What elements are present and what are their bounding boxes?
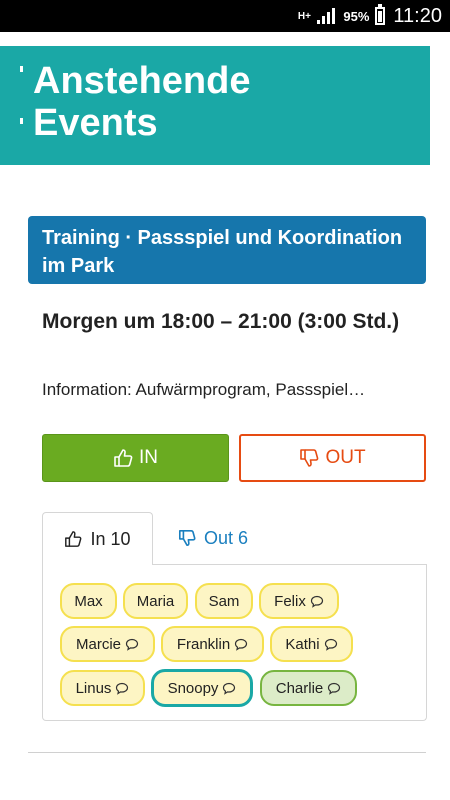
- page-header: Anstehende Events: [0, 46, 430, 165]
- participant-chip-selected[interactable]: Snoopy: [151, 669, 253, 707]
- clock: 11:20: [393, 4, 442, 27]
- network-type: H+: [297, 10, 311, 22]
- event-title[interactable]: Training · Passspiel und Koordination im…: [28, 216, 426, 284]
- comment-icon: [324, 638, 337, 651]
- in-button-label: IN: [139, 447, 158, 468]
- participant-name: Maria: [136, 592, 175, 610]
- event-time: Morgen um 18:00 – 21:00 (3:00 Std.): [42, 310, 400, 333]
- battery-icon: [375, 4, 386, 25]
- comment-icon: [125, 638, 139, 651]
- tab-out[interactable]: Out 6: [168, 512, 278, 564]
- participant-name: Snoopy: [167, 679, 219, 697]
- out-button[interactable]: OUT: [239, 434, 426, 482]
- event-info[interactable]: Information: Aufwärmprogram, Passspiel…: [42, 380, 432, 400]
- participant-chip[interactable]: Franklin: [161, 626, 264, 662]
- participant-chip[interactable]: Sam: [195, 583, 253, 619]
- divider: [28, 752, 426, 753]
- participant-chip[interactable]: Max: [60, 583, 117, 619]
- participant-name: Felix: [274, 592, 306, 610]
- participant-chip[interactable]: Felix: [259, 583, 339, 619]
- participant-chip[interactable]: Charlie: [260, 670, 357, 706]
- participant-chip[interactable]: Marcie: [60, 626, 155, 662]
- participant-chip[interactable]: Maria: [123, 583, 188, 619]
- comment-icon: [328, 682, 341, 695]
- tab-in[interactable]: In 10: [42, 512, 153, 565]
- comment-icon: [223, 682, 236, 695]
- thumbs-down-icon: [300, 449, 319, 467]
- comment-icon: [310, 595, 323, 608]
- participant-name: Kathi: [285, 635, 320, 653]
- comment-icon: [116, 682, 129, 695]
- participant-name: Linus: [75, 679, 112, 697]
- status-bar: H+ 95% 11:20: [0, 0, 450, 32]
- participant-name: Max: [74, 592, 103, 610]
- participant-name: Sam: [208, 592, 240, 610]
- header-marker: [20, 66, 23, 72]
- participant-chip[interactable]: Linus: [60, 670, 145, 706]
- battery-percent: 95%: [343, 8, 370, 24]
- participant-name: Marcie: [75, 635, 121, 653]
- participant-chip[interactable]: Kathi: [270, 626, 353, 662]
- header-marker: [20, 118, 23, 124]
- thumbs-up-icon: [65, 531, 82, 547]
- thumbs-up-icon: [114, 449, 133, 467]
- signal-icon: [317, 8, 337, 24]
- in-button[interactable]: IN: [42, 434, 229, 482]
- out-button-label: OUT: [325, 447, 366, 468]
- comment-icon: [235, 638, 248, 651]
- participant-name: Charlie: [275, 679, 324, 697]
- thumbs-down-icon: [178, 529, 196, 547]
- tab-out-label: Out 6: [204, 527, 249, 548]
- participant-name: Franklin: [176, 635, 231, 653]
- page-title: Anstehende Events: [33, 60, 251, 144]
- tab-in-label: In 10: [90, 528, 131, 549]
